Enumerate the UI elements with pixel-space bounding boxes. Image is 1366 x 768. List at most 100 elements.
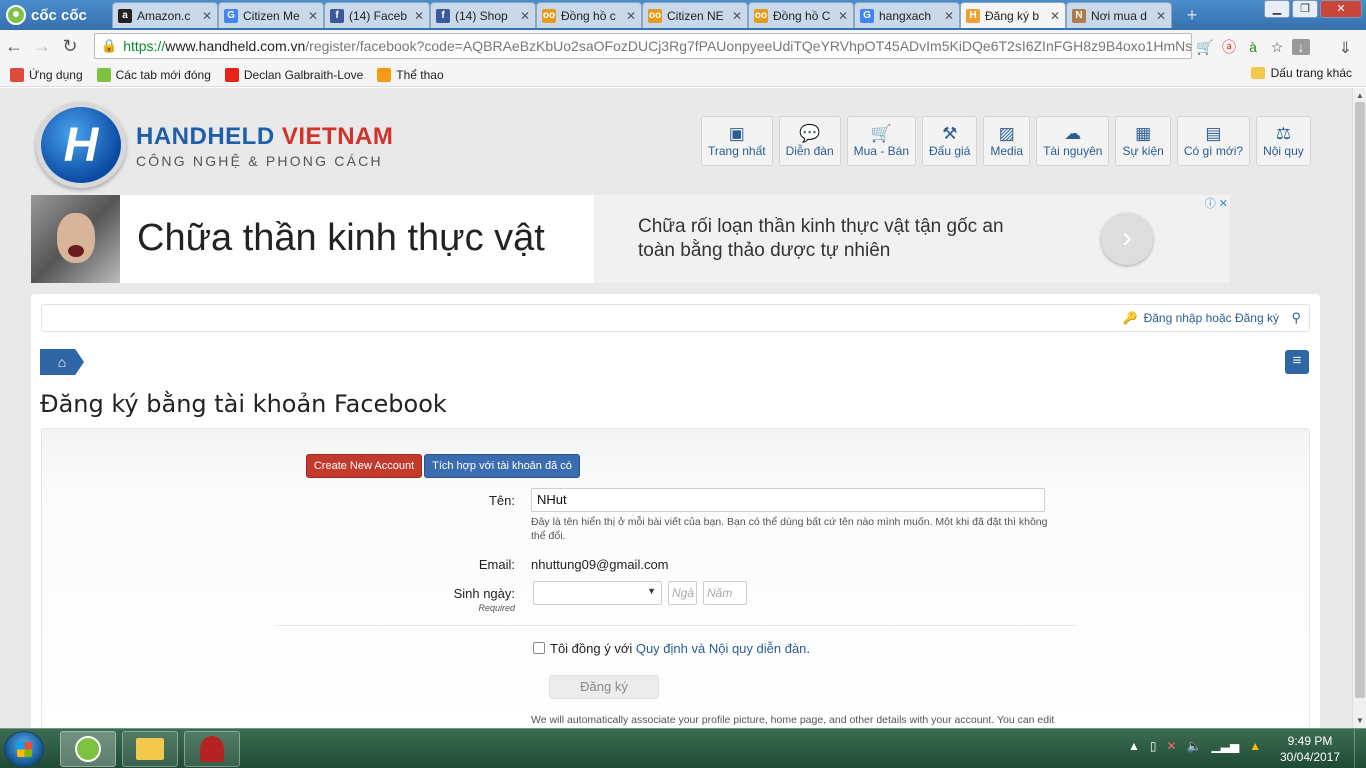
close-tab-icon[interactable]: ✕ [308, 9, 318, 23]
windows-taskbar: ▲ ▯ ✕ 🔈 ▁▃▅ ▲ 9:49 PM 30/04/2017 [0, 728, 1366, 768]
nav-item-label: Nội quy [1263, 144, 1304, 158]
site-logo[interactable]: H [36, 102, 126, 188]
taskbar-coccoc-browser[interactable] [60, 731, 116, 767]
reload-button[interactable]: ↻ [56, 33, 84, 61]
close-tab-icon[interactable]: ✕ [414, 9, 424, 23]
system-clock[interactable]: 9:49 PM 30/04/2017 [1270, 733, 1350, 765]
bookmark-item[interactable]: Thể thao [377, 67, 444, 82]
nav-item[interactable]: 🛒 Mua - Bán [846, 116, 916, 166]
show-hidden-icons-icon[interactable]: ▲ [1128, 739, 1140, 753]
bookmark-star-icon[interactable]: ☆ [1268, 39, 1286, 56]
google-drive-icon[interactable]: ▲ [1249, 739, 1261, 753]
browser-tab[interactable]: oo Đồng hồ c ✕ [536, 2, 642, 28]
volume-icon[interactable]: 🔈 [1187, 739, 1202, 753]
other-bookmarks[interactable]: Dấu trang khác [1250, 66, 1352, 80]
close-tab-icon[interactable]: ✕ [838, 9, 848, 23]
close-tab-icon[interactable]: ✕ [202, 9, 212, 23]
ad-next-arrow-icon[interactable]: › [1101, 213, 1153, 265]
nav-item[interactable]: ⚒ Đấu giá [922, 116, 978, 166]
create-new-account-button[interactable]: Create New Account [306, 454, 422, 478]
ad-description: Chữa rối loạn thần kinh thực vật tận gốc… [638, 216, 1004, 261]
nav-item[interactable]: ☁ Tài nguyên [1036, 116, 1110, 166]
close-tab-icon[interactable]: ✕ [1050, 9, 1060, 23]
forward-button[interactable]: → [28, 33, 56, 61]
browser-tab[interactable]: Ghangxach ✕ [854, 2, 960, 28]
restore-button[interactable]: ❐ [1292, 0, 1318, 18]
address-bar[interactable]: 🔒 https://www.handheld.com.vn/register/f… [94, 33, 1192, 59]
browser-tab[interactable]: oo Đồng hồ C ✕ [748, 2, 854, 28]
minimize-button[interactable]: ▁ [1264, 0, 1290, 18]
download-icon[interactable]: ↓ [1292, 39, 1310, 55]
bookmark-icon [96, 67, 111, 82]
browser-tab[interactable]: oo Citizen NE ✕ [642, 2, 748, 28]
nav-item[interactable]: ▨ Media [983, 116, 1031, 166]
scale-icon: ⚖ [1275, 124, 1292, 143]
browser-tab[interactable]: a Amazon.c ✕ [112, 2, 218, 28]
site-logo-text[interactable]: HANDHELD VIETNAM CÔNG NGHỆ & PHONG CÁCH [136, 123, 393, 169]
browser-tab[interactable]: f (14) Faceb ✕ [324, 2, 430, 28]
ad-description-panel: Chữa rối loạn thần kinh thực vật tận gốc… [594, 195, 1230, 283]
browser-tab[interactable]: G Citizen Me ✕ [218, 2, 324, 28]
birth-year-input[interactable]: Năm [703, 581, 747, 605]
bookmark-item[interactable]: Ứng dụng [10, 67, 83, 82]
birth-month-select[interactable]: ▼ [533, 581, 662, 605]
terms-link[interactable]: Quy định và Nội quy diễn đàn [636, 641, 807, 656]
close-window-button[interactable]: ✕ [1320, 0, 1362, 18]
ad-headline[interactable]: Chữa thần kinh thực vật [137, 217, 545, 260]
bookmark-item[interactable]: Các tab mới đóng [96, 67, 211, 82]
page-title: Đăng ký bằng tài khoản Facebook [40, 390, 447, 418]
vietnamese-input-icon[interactable]: à [1244, 39, 1262, 55]
browser-logo[interactable]: cốc cốc [0, 0, 110, 30]
tab-title: Citizen NE [667, 8, 724, 23]
hamburger-menu-icon[interactable]: ≡ [1285, 350, 1309, 374]
show-desktop-button[interactable] [1354, 729, 1366, 768]
login-register-link[interactable]: 🔑 Đăng nhập hoặc Đăng ký [1123, 311, 1279, 325]
key-icon: 🔑 [1122, 311, 1138, 325]
close-tab-icon[interactable]: ✕ [732, 9, 742, 23]
nav-item[interactable]: 💬 Diễn đàn [778, 116, 841, 166]
start-button[interactable] [4, 731, 44, 767]
name-input[interactable]: NHut [531, 488, 1045, 512]
taskbar-app[interactable] [184, 731, 240, 767]
bookmark-item[interactable]: Declan Galbraith-Love [224, 67, 363, 82]
network-error-icon[interactable]: ✕ [1167, 739, 1177, 753]
nav-item-label: Media [990, 144, 1024, 158]
close-tab-icon[interactable]: ✕ [1156, 9, 1166, 23]
birth-day-input[interactable]: Ngà [668, 581, 697, 605]
scrollbar-thumb[interactable] [1355, 102, 1365, 698]
chat-icon: 💬 [799, 124, 821, 143]
ad-choices-icon[interactable]: ⓘ ✕ [1205, 195, 1228, 211]
signal-icon[interactable]: ▁▃▅ [1212, 739, 1240, 753]
scroll-down-icon[interactable]: ▼ [1356, 716, 1364, 725]
shopping-cart-icon[interactable]: 🛒 [1196, 39, 1214, 56]
browser-tab[interactable]: N Nơi mua d ✕ [1066, 2, 1172, 28]
nav-item[interactable]: ▦ Sự kiện [1115, 116, 1171, 166]
page-scrollbar[interactable]: ▲ ▼ [1352, 88, 1366, 728]
close-tab-icon[interactable]: ✕ [944, 9, 954, 23]
browser-menu-icon[interactable]: ⇓ [1339, 38, 1352, 58]
nav-item[interactable]: ⚖ Nội quy [1256, 116, 1311, 166]
register-button[interactable]: Đăng ký [549, 675, 659, 699]
breadcrumb-home[interactable]: ⌂ [40, 349, 84, 375]
browser-tab[interactable]: H Đăng ký b ✕ [960, 2, 1066, 28]
search-icon[interactable]: ⚲ [1291, 310, 1301, 326]
agree-terms-checkbox[interactable] [533, 642, 545, 654]
close-tab-icon[interactable]: ✕ [626, 9, 636, 23]
scroll-up-icon[interactable]: ▲ [1356, 91, 1364, 100]
link-existing-account-button[interactable]: Tích hợp với tài khoản đã có [424, 454, 580, 478]
translate-icon[interactable]: ⓐ [1220, 37, 1238, 57]
new-tab-button[interactable]: + [1178, 4, 1206, 28]
phone-icon[interactable]: ▯ [1150, 739, 1157, 753]
logo-title-handheld: HANDHELD [136, 123, 275, 150]
nav-item[interactable]: ▤ Có gì mới? [1176, 116, 1251, 166]
back-button[interactable]: ← [0, 33, 28, 61]
nav-item[interactable]: ▣ Trang nhất [701, 116, 773, 166]
clock-date: 30/04/2017 [1279, 750, 1341, 764]
browser-tab[interactable]: f (14) Shop ✕ [430, 2, 536, 28]
advertisement-banner[interactable]: Chữa thần kinh thực vật Chữa rối loạn th… [31, 195, 1230, 283]
home-icon: ⌂ [57, 354, 67, 370]
system-tray: ▲ ▯ ✕ 🔈 ▁▃▅ ▲ [1128, 739, 1261, 753]
close-tab-icon[interactable]: ✕ [520, 9, 530, 23]
tab-title: Amazon.c [137, 8, 191, 23]
taskbar-file-explorer[interactable] [122, 731, 178, 767]
